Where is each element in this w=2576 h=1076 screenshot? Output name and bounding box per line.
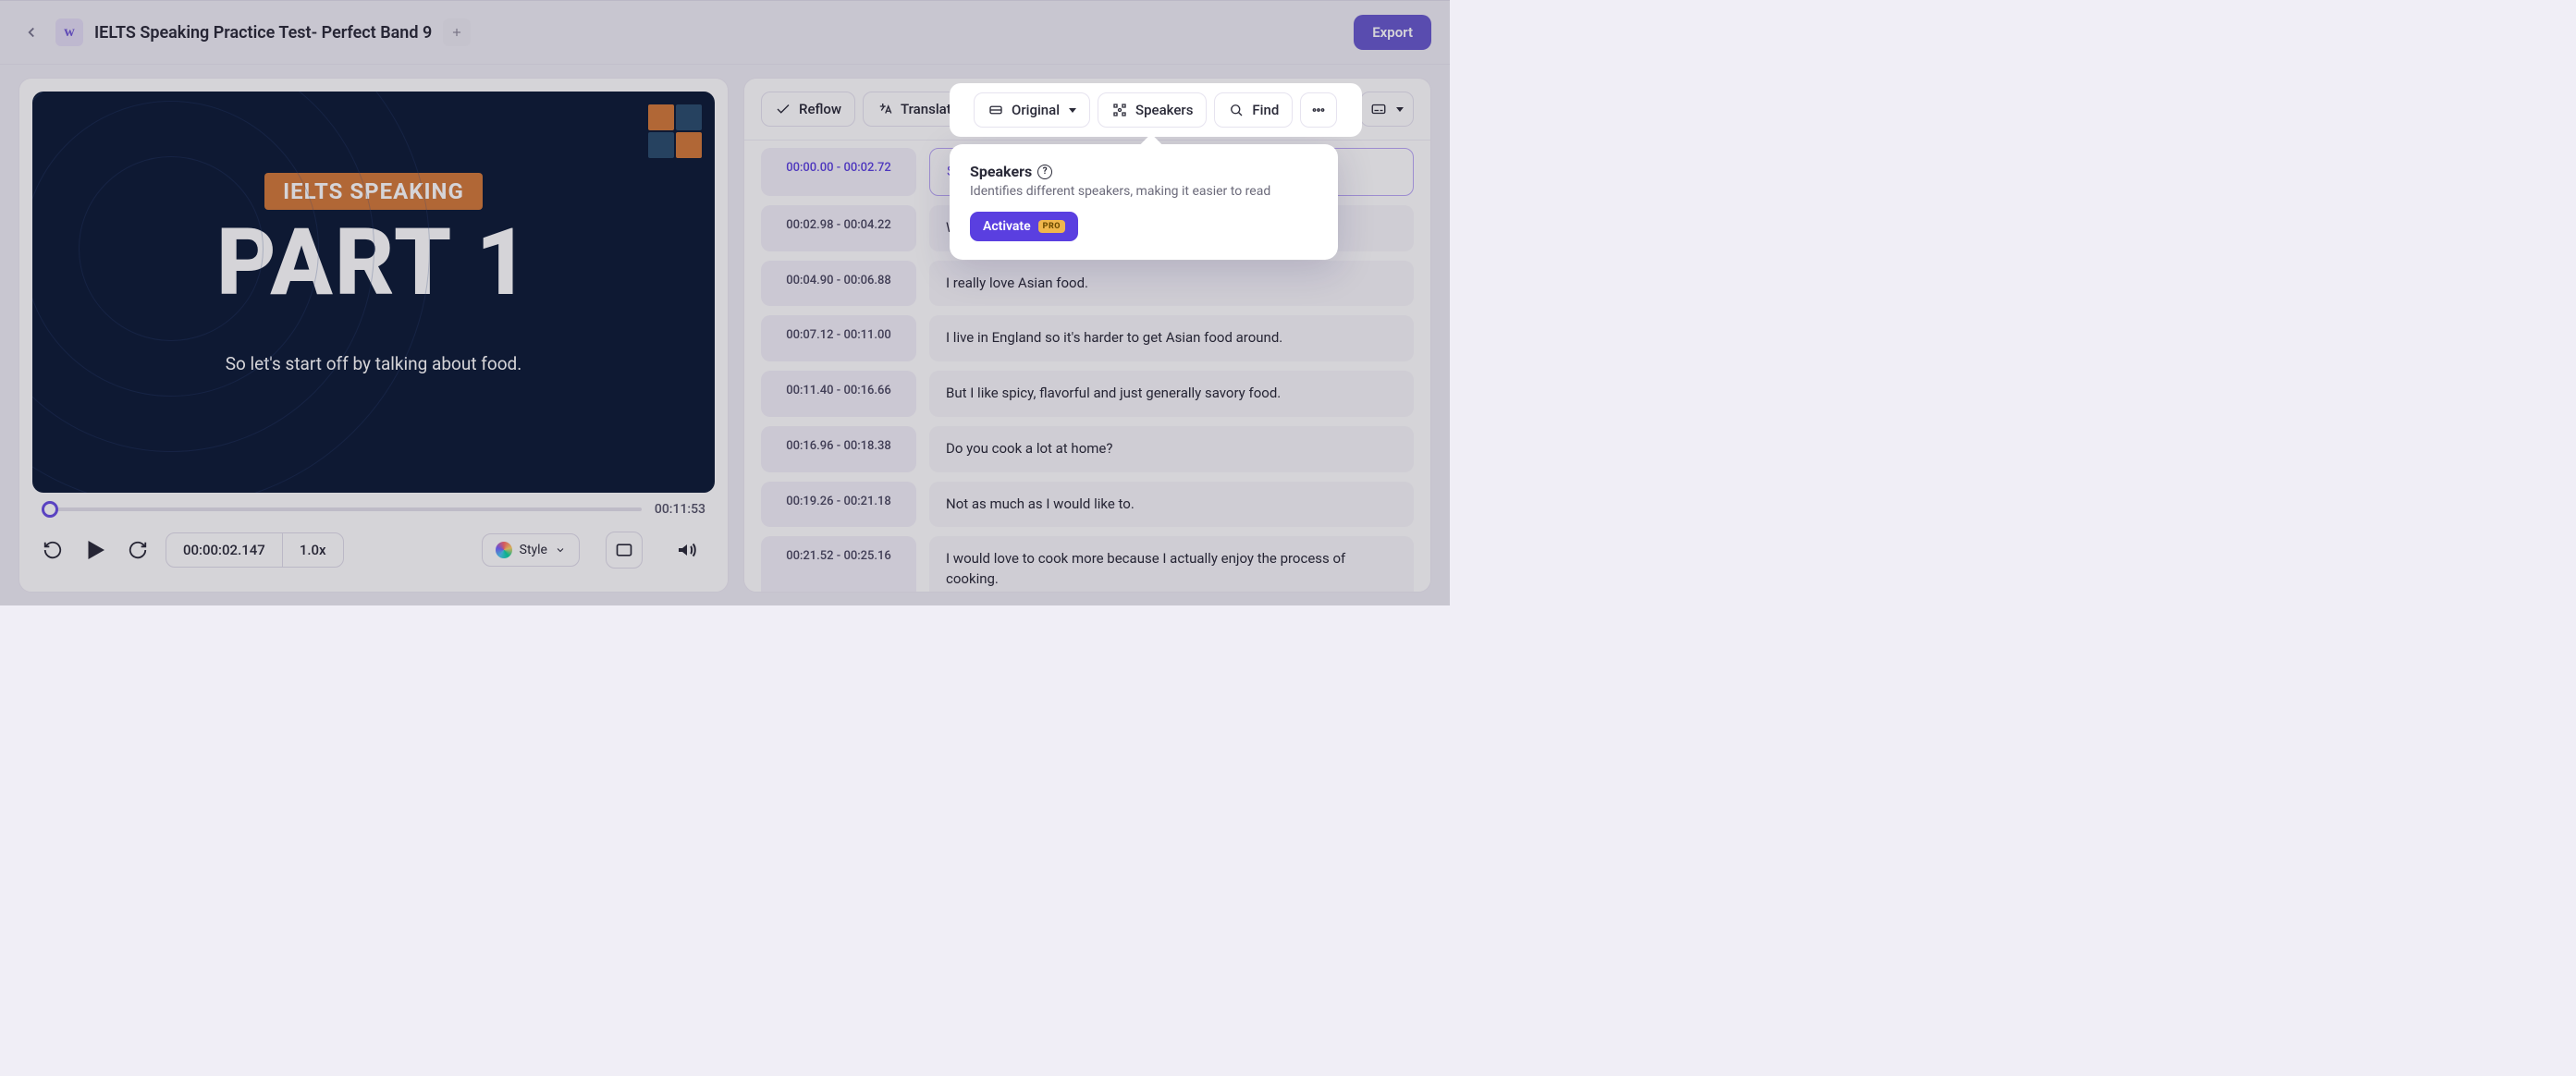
back-button[interactable] (18, 19, 44, 45)
popover-title: Speakers (970, 163, 1032, 180)
video-preview[interactable]: IELTS SPEAKING PART 1 So let's start off… (32, 92, 715, 493)
playback-speed[interactable]: 1.0x (283, 533, 343, 567)
video-subtitle: So let's start off by talking about food… (226, 353, 522, 374)
speakers-popover: Speakers ? Identifies different speakers… (950, 144, 1338, 260)
play-button[interactable] (80, 535, 110, 565)
more-button[interactable] (1300, 92, 1337, 128)
activate-button[interactable]: Activate PRO (970, 212, 1078, 241)
project-title[interactable]: IELTS Speaking Practice Test- Perfect Ba… (94, 23, 432, 43)
progress-knob[interactable] (42, 501, 58, 518)
fullscreen-button[interactable] (606, 532, 643, 569)
corner-icons (648, 104, 702, 158)
style-button[interactable]: Style (482, 533, 580, 567)
original-dropdown[interactable]: Original (974, 92, 1090, 128)
chevron-down-icon (1396, 107, 1404, 112)
transcript-text[interactable]: I would love to cook more because I actu… (929, 536, 1414, 592)
transcript-text[interactable]: I really love Asian food. (929, 261, 1414, 307)
transcript-text[interactable]: Do you cook a lot at home? (929, 426, 1414, 472)
current-time[interactable]: 00:00:02.147 (166, 533, 283, 567)
style-label: Style (520, 543, 547, 557)
progress-bar[interactable] (42, 507, 642, 511)
pen-icon (676, 104, 702, 130)
app-logo: w (55, 18, 83, 46)
speech-icon (648, 132, 674, 158)
style-color-icon (496, 542, 512, 558)
volume-button[interactable] (669, 532, 705, 569)
transcript-row[interactable]: 00:16.96 - 00:18.38 Do you cook a lot at … (761, 426, 1414, 472)
video-panel: IELTS SPEAKING PART 1 So let's start off… (18, 78, 729, 593)
headphone-icon (676, 132, 702, 158)
redo-button[interactable] (127, 539, 149, 561)
help-icon[interactable]: ? (1037, 165, 1052, 179)
transcript-text[interactable]: I live in England so it's harder to get … (929, 315, 1414, 361)
pro-badge: PRO (1038, 220, 1065, 233)
timestamp[interactable]: 00:00.00 - 00:02.72 (761, 148, 916, 196)
video-main-text: PART 1 (216, 219, 531, 307)
timestamp[interactable]: 00:16.96 - 00:18.38 (761, 426, 916, 472)
timestamp[interactable]: 00:21.52 - 00:25.16 (761, 536, 916, 592)
timestamp[interactable]: 00:19.26 - 00:21.18 (761, 482, 916, 528)
activate-label: Activate (983, 219, 1031, 234)
transcript-row[interactable]: 00:21.52 - 00:25.16I would love to cook … (761, 536, 1414, 592)
reflow-label: Reflow (799, 101, 841, 117)
timestamp[interactable]: 00:07.12 - 00:11.00 (761, 315, 916, 361)
caption-view-button[interactable] (1360, 92, 1414, 127)
find-button[interactable]: Find (1214, 92, 1293, 128)
speakers-button[interactable]: Speakers (1098, 92, 1207, 128)
transcript-text[interactable]: Not as much as I would like to. (929, 482, 1414, 528)
transcript-text[interactable]: But I like spicy, flavorful and just gen… (929, 371, 1414, 417)
export-button[interactable]: Export (1354, 15, 1431, 50)
transcript-row[interactable]: 00:11.40 - 00:16.66 But I like spicy, fla… (761, 371, 1414, 417)
timestamp[interactable]: 00:02.98 - 00:04.22 (761, 205, 916, 251)
transcript-row[interactable]: 00:04.90 - 00:06.88 I really love Asian f… (761, 261, 1414, 307)
reflow-button[interactable]: Reflow (761, 92, 855, 127)
header-bar: w IELTS Speaking Practice Test- Perfect … (0, 0, 1450, 65)
timestamp[interactable]: 00:11.40 - 00:16.66 (761, 371, 916, 417)
video-badge: IELTS SPEAKING (264, 173, 483, 210)
transcript-row[interactable]: 00:19.26 - 00:21.18 Not as much as I woul… (761, 482, 1414, 528)
rewind-button[interactable] (42, 539, 64, 561)
add-button[interactable] (443, 18, 471, 46)
timecode-box[interactable]: 00:00:02.147 1.0x (166, 532, 344, 568)
duration-label: 00:11:53 (655, 502, 705, 517)
timestamp[interactable]: 00:04.90 - 00:06.88 (761, 261, 916, 307)
book-icon (648, 104, 674, 130)
popover-description: Identifies different speakers, making it… (970, 184, 1318, 199)
transcript-row[interactable]: 00:07.12 - 00:11.00 I live in England so … (761, 315, 1414, 361)
